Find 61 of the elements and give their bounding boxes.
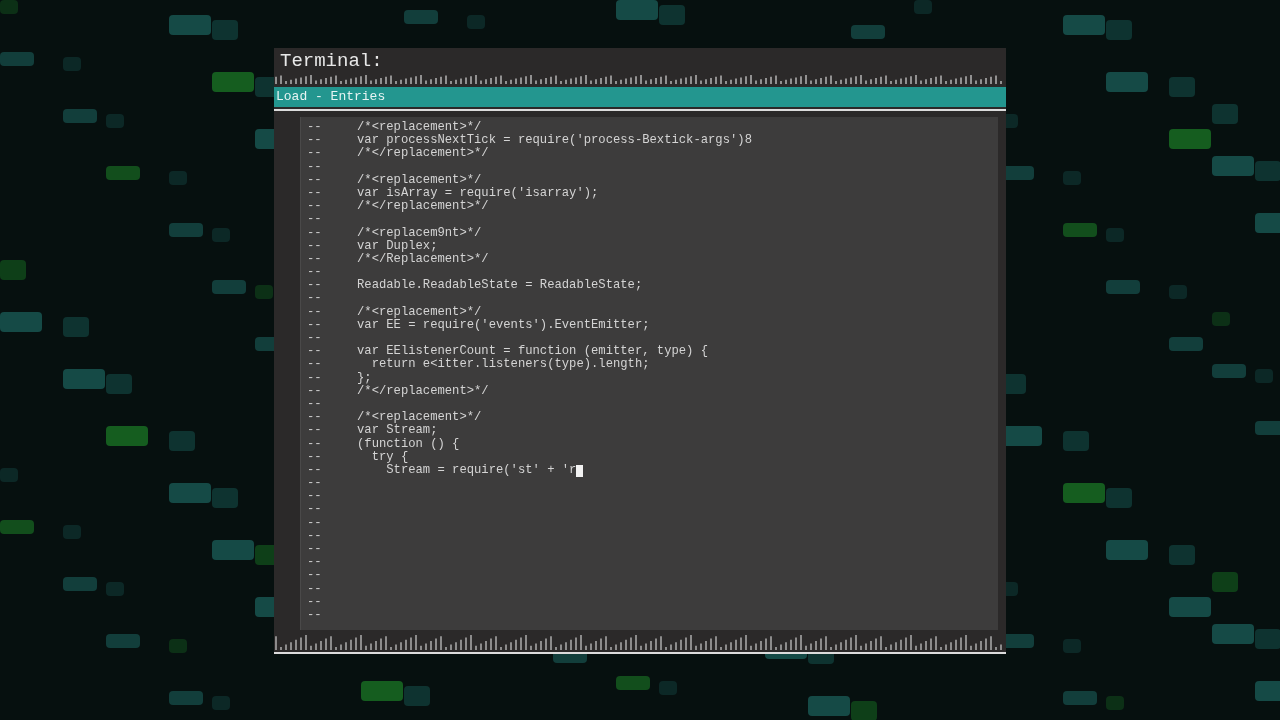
code-line: return e<itter.listeners(type).length;: [370, 358, 650, 372]
header-bar: Load - Entries: [274, 87, 1006, 107]
line-marker: --: [307, 305, 323, 319]
code-line: Readable.ReadableState = ReadableState;: [357, 279, 643, 293]
code-line: /*</replacement>*/: [357, 147, 489, 161]
code-line: var EElistenerCount = function (emitter, type) {: [357, 345, 709, 359]
line-marker: --: [307, 582, 323, 596]
line-marker: --: [307, 134, 323, 148]
line-marker: --: [307, 490, 323, 504]
code-line: };: [357, 371, 372, 385]
line-marker: --: [307, 147, 323, 161]
line-marker: --: [307, 318, 323, 332]
line-marker: --: [307, 384, 323, 398]
code-line: /*<replacement>*/: [357, 411, 482, 425]
line-marker: --: [307, 292, 323, 306]
code-line: var EE = require('events').EventEmitter;: [357, 318, 650, 332]
window-title: Terminal:: [279, 50, 383, 72]
line-marker: --: [307, 424, 323, 438]
code-line: /*</Replacement>*/: [357, 252, 489, 267]
line-marker: --: [307, 121, 323, 135]
line-marker: --: [307, 186, 323, 201]
line-marker: --: [307, 437, 323, 451]
line-marker: --: [307, 463, 323, 478]
line-marker: --: [307, 503, 323, 517]
line-marker: --: [307, 279, 323, 293]
line-marker: --: [307, 608, 323, 623]
code-line: var isArray = require('isarray');: [357, 186, 599, 200]
code-line: (function () {: [357, 437, 460, 451]
line-marker: --: [307, 397, 323, 412]
line-marker: --: [307, 543, 323, 557]
line-marker: --: [307, 358, 323, 372]
line-marker: --: [307, 516, 323, 530]
code-line: var Duplex;: [357, 239, 438, 253]
line-marker: --: [307, 450, 323, 464]
line-marker: --: [307, 213, 323, 227]
line-marker: --: [307, 595, 323, 609]
code-line: try {: [371, 450, 409, 464]
line-marker: --: [307, 266, 323, 280]
line-marker: --: [307, 556, 323, 570]
line-marker: --: [307, 529, 323, 543]
code-line: var Stream;: [357, 424, 438, 438]
code-line: /*<replacem9nt>*/: [357, 226, 482, 240]
line-marker: --: [307, 160, 323, 174]
code-line: /*</replacement>*/: [357, 384, 489, 398]
code-line: Stream = require('st' + 'r: [386, 463, 577, 478]
line-marker: --: [307, 569, 323, 583]
line-marker: --: [307, 239, 323, 253]
code-line: var processNextTick = require('process-Bextick-args')8: [357, 134, 752, 148]
line-marker: --: [307, 477, 323, 491]
line-marker: --: [307, 200, 323, 214]
code-line: /*<replacement>*/: [357, 121, 482, 134]
line-marker: --: [307, 173, 323, 187]
line-marker: --: [307, 226, 323, 240]
line-marker: --: [307, 332, 323, 346]
line-marker: --: [307, 411, 323, 425]
code-line: /*<replacement>*/: [357, 305, 482, 319]
line-marker: --: [307, 371, 323, 385]
line-marker: --: [307, 345, 323, 359]
code-line: /*</replacement>*/: [357, 200, 489, 214]
code-line: /*<replacement>*/: [357, 173, 482, 187]
line-marker: --: [307, 252, 323, 267]
